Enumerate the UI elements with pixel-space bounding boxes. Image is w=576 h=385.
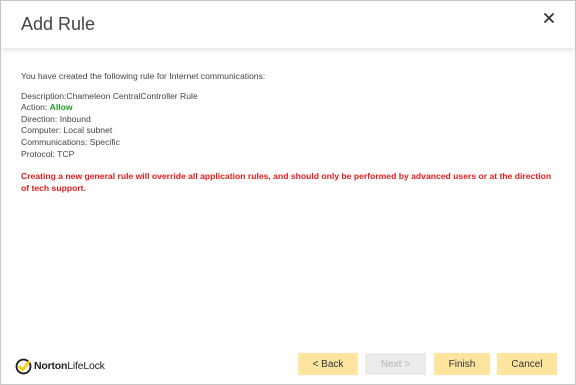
logo-text: NortonLifeLock xyxy=(34,360,105,372)
intro-text: You have created the following rule for … xyxy=(21,71,266,81)
description-label: Description: xyxy=(21,90,67,101)
close-icon[interactable] xyxy=(539,8,559,28)
direction-label: Direction: xyxy=(21,113,60,124)
rule-protocol: Protocol: TCP xyxy=(21,149,561,161)
direction-value: Inbound xyxy=(59,113,91,124)
dialog-header: Add Rule xyxy=(1,1,575,49)
dialog-title: Add Rule xyxy=(21,14,96,34)
action-value: Allow xyxy=(49,102,73,113)
rule-computer: Computer: Local subnet xyxy=(21,125,561,137)
computer-label: Computer: xyxy=(21,125,64,136)
finish-button[interactable]: Finish xyxy=(434,353,490,375)
dialog-content: You have created the following rule for … xyxy=(21,71,561,194)
rule-action: Action: Allow xyxy=(21,102,561,114)
dialog-footer: NortonLifeLock < Back Next > Finish Canc… xyxy=(1,341,575,384)
cancel-button[interactable]: Cancel xyxy=(497,353,557,375)
logo-text-bold: Norton xyxy=(34,360,68,372)
warning-text: Creating a new general rule will overrid… xyxy=(21,171,552,193)
next-button[interactable]: Next > xyxy=(365,353,426,375)
communications-label: Communications: xyxy=(21,136,90,147)
protocol-value: TCP xyxy=(57,148,75,159)
action-label: Action: xyxy=(21,102,50,113)
norton-lifelock-logo: NortonLifeLock xyxy=(15,357,105,375)
computer-value: Local subnet xyxy=(63,125,113,136)
protocol-label: Protocol: xyxy=(21,148,58,159)
back-button[interactable]: < Back xyxy=(298,353,358,375)
logo-text-light: LifeLock xyxy=(67,360,105,372)
description-value: Chameleon CentralController Rule xyxy=(66,90,198,101)
rule-communications: Communications: Specific xyxy=(21,137,561,149)
rule-description: Description:Chameleon CentralController … xyxy=(21,91,561,103)
rule-direction: Direction: Inbound xyxy=(21,114,561,126)
communications-value: Specific xyxy=(89,136,120,147)
add-rule-dialog: Add Rule You have created the following … xyxy=(0,0,576,385)
norton-checkmark-icon xyxy=(15,358,32,374)
